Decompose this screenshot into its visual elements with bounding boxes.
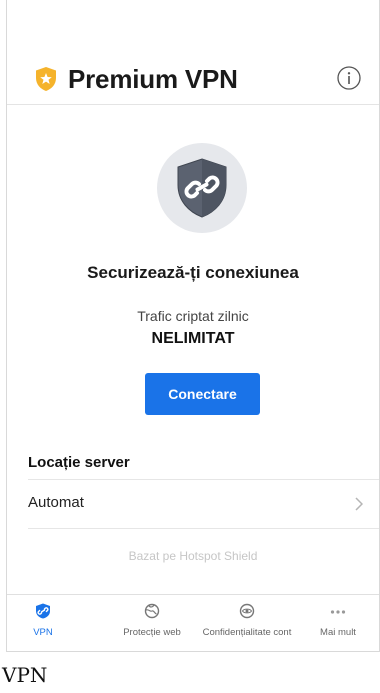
globe-shield-icon: [144, 603, 160, 619]
tab-label: Mai mult: [320, 627, 356, 638]
more-dots-icon: [330, 610, 346, 614]
connect-button[interactable]: Conectare: [145, 373, 260, 415]
hero-badge: [157, 143, 247, 233]
tab-web-protection[interactable]: Protecție web: [107, 595, 197, 652]
powered-by-text: Bazat pe Hotspot Shield: [128, 549, 258, 563]
eye-shield-icon: [239, 603, 255, 619]
shield-link-icon: [36, 603, 50, 619]
info-icon[interactable]: [337, 66, 361, 90]
bottom-tab-bar: VPN Protecție web Confidențialitate cont: [7, 594, 379, 652]
tab-label: Confidențialitate cont: [202, 627, 292, 638]
page-title: Premium VPN: [68, 64, 238, 94]
app-window: Premium VPN Securizează-ți conexiunea Tr…: [6, 0, 380, 652]
divider: [28, 479, 379, 480]
app-header: Premium VPN: [7, 55, 379, 105]
divider: [28, 528, 379, 529]
server-location-row[interactable]: Automat: [7, 481, 379, 527]
tab-label: Protecție web: [123, 627, 181, 638]
tab-more[interactable]: Mai mult: [303, 595, 373, 652]
tab-account-privacy[interactable]: Confidențialitate cont: [197, 595, 297, 652]
shield-star-icon: [36, 67, 56, 91]
chevron-right-icon: [355, 497, 363, 511]
tab-label: VPN: [33, 627, 53, 638]
shield-link-icon: [177, 158, 227, 218]
hero-heading: Securizează-ți conexiunea: [87, 263, 299, 282]
traffic-label: Trafic criptat zilnic: [137, 308, 249, 324]
server-location-value: Automat: [28, 494, 84, 511]
server-location-title: Locație server: [28, 454, 130, 471]
traffic-value: NELIMITAT: [151, 330, 235, 347]
tab-vpn[interactable]: VPN: [13, 595, 73, 652]
caption: VPN: [2, 663, 48, 687]
